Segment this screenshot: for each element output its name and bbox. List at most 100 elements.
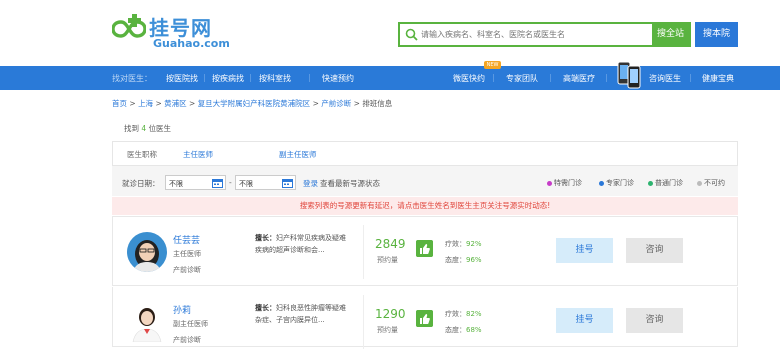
register-button[interactable]: 挂号 — [556, 238, 613, 263]
booking-count: 1290 — [375, 307, 406, 321]
calendar-icon[interactable] — [212, 178, 223, 188]
legend-dot-expert — [599, 180, 604, 186]
result-count-prefix: 找到 — [124, 124, 139, 133]
nav-separator: | — [605, 73, 608, 82]
nav-by-department[interactable]: 按科室找 — [259, 73, 291, 84]
nav-quick-booking[interactable]: 快速预约 — [322, 73, 354, 84]
nav-separator: | — [492, 73, 495, 82]
legend-special: 特需门诊 — [547, 178, 582, 188]
attitude-label: 态度： — [445, 256, 466, 264]
date-from-value: 不限 — [169, 180, 183, 188]
doctor-avatar[interactable] — [127, 232, 167, 272]
nav-separator: | — [249, 73, 252, 82]
legend-dot-unavailable — [697, 180, 702, 186]
doctor-title: 主任医师 — [173, 250, 201, 258]
efficacy-label: 疗效： — [445, 310, 466, 318]
search-input[interactable] — [421, 24, 646, 45]
legend-normal: 普通门诊 — [648, 178, 683, 188]
attitude-rate: 态度：68% — [445, 325, 482, 335]
breadcrumb-department[interactable]: 产前诊断 — [321, 99, 351, 108]
efficacy-rate: 疗效：92% — [445, 239, 482, 249]
register-button[interactable]: 挂号 — [556, 308, 613, 333]
filter-label: 医生职称 — [127, 150, 157, 159]
calendar-icon[interactable] — [282, 178, 293, 188]
search-icon — [405, 28, 418, 41]
result-count-suffix: 位医生 — [148, 124, 172, 133]
search-hospital-button[interactable]: 搜本院 — [695, 22, 738, 47]
booking-count: 2849 — [375, 237, 406, 251]
divider — [363, 295, 364, 349]
breadcrumb-city[interactable]: 上海 — [138, 99, 153, 108]
logo-text-en: Guahao.com — [153, 37, 230, 50]
breadcrumb-district[interactable]: 黄浦区 — [164, 99, 187, 108]
breadcrumb-home[interactable]: 首页 — [112, 99, 127, 108]
booking-count-label: 预约量 — [377, 326, 398, 334]
date-filter-bar: 就诊日期： 不限 - 不限 登录 查看最新号源状态 特需门诊 专家门诊 普通门诊… — [112, 166, 738, 196]
nav-separator: | — [549, 73, 552, 82]
attitude-rate: 态度：96% — [445, 255, 482, 265]
nav-consult-doctor[interactable]: 咨询医生 — [649, 73, 681, 84]
mobile-phone-icon — [617, 61, 641, 89]
doctor-title: 副主任医师 — [173, 320, 208, 328]
search-site-button[interactable]: 搜全站 — [652, 24, 689, 45]
divider — [363, 225, 364, 279]
login-hint: 查看最新号源状态 — [320, 179, 380, 188]
nav-separator: | — [689, 73, 692, 82]
doctor-specialty: 擅长：妇科良恶性肿瘤等疑难杂症、子宫内膜异位... — [255, 302, 350, 326]
login-link[interactable]: 登录 — [303, 178, 318, 189]
nav-by-disease[interactable]: 按疾病找 — [212, 73, 244, 84]
legend-expert-label: 专家门诊 — [606, 179, 634, 187]
specialty-label: 擅长： — [255, 304, 276, 312]
nav-by-hospital[interactable]: 按医院找 — [166, 73, 198, 84]
nav-separator: | — [203, 73, 206, 82]
doctor-avatar[interactable] — [127, 302, 167, 342]
date-from-input[interactable]: 不限 — [165, 175, 226, 190]
new-badge: NEW — [484, 61, 501, 69]
legend-normal-label: 普通门诊 — [655, 179, 683, 187]
nav-separator: | — [308, 73, 311, 82]
filter-associate-chief[interactable]: 副主任医师 — [279, 149, 317, 160]
filter-chief-physician[interactable]: 主任医师 — [183, 149, 213, 160]
consult-button[interactable]: 咨询 — [626, 238, 683, 263]
efficacy-value: 92% — [466, 240, 482, 248]
legend-unavailable-label: 不可约 — [704, 179, 725, 187]
date-label: 就诊日期： — [122, 179, 160, 188]
specialty-label: 擅长： — [255, 234, 276, 242]
doctor-department: 产前诊断 — [173, 266, 201, 274]
search-box: 搜全站 — [398, 22, 691, 47]
nav-health-guide[interactable]: 健康宝典 — [702, 73, 734, 84]
date-to-input[interactable]: 不限 — [235, 175, 296, 190]
site-logo[interactable]: 挂号网 Guahao.com — [112, 10, 242, 52]
main-nav: 找对医生： 按医院找 | 按疾病找 | 按科室找 | 快速预约 微医快约 | 专… — [0, 66, 780, 90]
breadcrumb: 首页 > 上海 > 黄浦区 > 复旦大学附属妇产科医院黄浦院区 > 产前诊断 >… — [112, 99, 393, 108]
efficacy-rate: 疗效：82% — [445, 309, 482, 319]
doctor-card: 孙莉 副主任医师 产前诊断 擅长：妇科良恶性肿瘤等疑难杂症、子宫内膜异位... … — [112, 287, 738, 349]
logo-icon — [112, 14, 146, 38]
nav-premium-care[interactable]: 高端医疗 — [563, 73, 595, 84]
legend-expert: 专家门诊 — [599, 178, 634, 188]
thumbs-up-icon — [416, 310, 433, 327]
site-header: 挂号网 Guahao.com 搜全站 搜本院 — [0, 0, 780, 66]
legend-special-label: 特需门诊 — [554, 179, 582, 187]
efficacy-value: 82% — [466, 310, 482, 318]
attitude-value: 96% — [466, 256, 482, 264]
doctor-name[interactable]: 任芸芸 — [173, 233, 200, 246]
doctor-department: 产前诊断 — [173, 336, 201, 344]
breadcrumb-hospital[interactable]: 复旦大学附属妇产科医院黄浦院区 — [198, 99, 311, 108]
attitude-label: 态度： — [445, 326, 466, 334]
result-count: 找到 4 位医生 — [124, 123, 171, 134]
legend-dot-special — [547, 180, 552, 186]
consult-button[interactable]: 咨询 — [626, 308, 683, 333]
breadcrumb-current: 排班信息 — [362, 99, 393, 108]
result-count-number: 4 — [141, 124, 147, 133]
nav-weiyi-kuaiyue[interactable]: 微医快约 — [453, 73, 485, 84]
doctor-name[interactable]: 孙莉 — [173, 303, 191, 316]
booking-count-label: 预约量 — [377, 256, 398, 264]
date-range-dash: - — [229, 178, 232, 187]
attitude-value: 68% — [466, 326, 482, 334]
nav-expert-team[interactable]: 专家团队 — [506, 73, 538, 84]
doctor-specialty: 擅长：妇产科常见疾病及疑难疾病的超声诊断和会... — [255, 232, 350, 256]
legend-dot-normal — [648, 180, 653, 186]
date-to-value: 不限 — [239, 180, 253, 188]
doctor-card: 任芸芸 主任医师 产前诊断 擅长：妇产科常见疾病及疑难疾病的超声诊断和会... … — [112, 216, 738, 286]
